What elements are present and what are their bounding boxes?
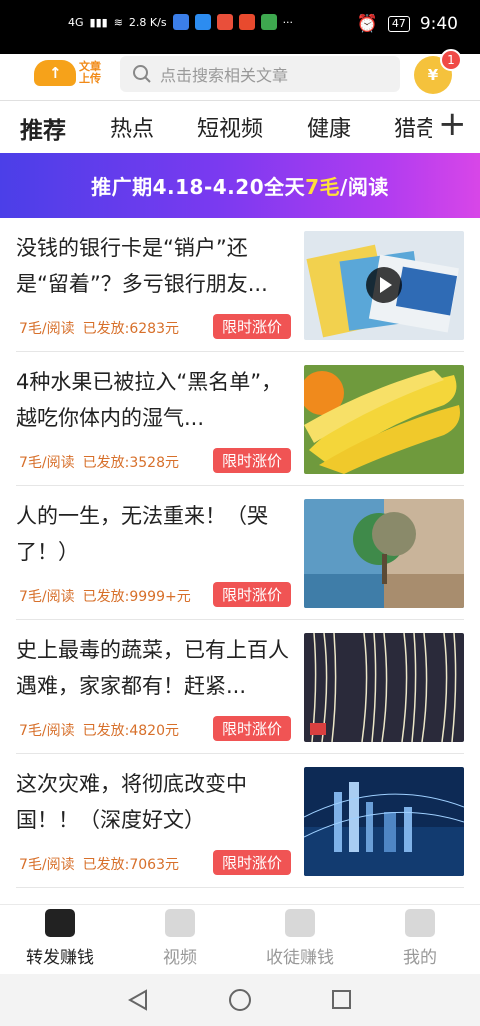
banner-prefix: 推广期4.18-4.20全天 [91, 175, 306, 199]
tab-health[interactable]: 健康 [307, 111, 351, 143]
wifi-icon: ≋ [113, 15, 123, 29]
article-title: 人的一生，无法重来！（哭了！） [16, 504, 268, 564]
tab-curious[interactable]: 猎奇 [394, 111, 432, 143]
article-sent: 已发放:3528元 [82, 455, 179, 471]
nav-label: 我的 [403, 948, 437, 968]
bottom-navigation: 转发赚钱 视频 收徒赚钱 我的 [0, 904, 480, 974]
upload-article-button[interactable]: ↑ 文章 上传 [34, 60, 101, 86]
notification-app-icon [172, 14, 189, 30]
article-price: 7毛/阅读 [19, 321, 75, 337]
notification-badge: 1 [440, 49, 462, 71]
alarm-icon: ⏰ [356, 14, 378, 34]
article-thumbnail [304, 365, 464, 474]
article-price: 7毛/阅读 [19, 589, 75, 605]
nav-share-earn[interactable]: 转发赚钱 [0, 909, 120, 968]
article-price: 7毛/阅读 [19, 857, 75, 873]
article-item[interactable]: 4种水果已被拉入“黑名单”，越吃你体内的湿气... 7毛/阅读 已发放:3528元… [16, 352, 464, 486]
price-up-badge: 限时涨价 [213, 582, 292, 607]
price-up-badge: 限时涨价 [213, 314, 292, 339]
battery-indicator: 47 [387, 16, 410, 32]
promo-banner[interactable]: 推广期4.18-4.20全天 7毛/阅读 [0, 153, 480, 218]
article-meta: 7毛/阅读 已发放:9999+元 [19, 586, 199, 606]
article-item[interactable]: 史上最毒的蔬菜，已有上百人遇难，家家都有！赶紧... 7毛/阅读 已发放:4820… [16, 620, 464, 754]
nav-recruit-earn[interactable]: 收徒赚钱 [240, 909, 360, 968]
notification-app-icon [216, 14, 233, 30]
nav-label: 视频 [163, 948, 197, 968]
price-up-badge: 限时涨价 [213, 448, 292, 473]
price-up-badge: 限时涨价 [213, 716, 292, 741]
banner-highlight: 7毛 [305, 175, 341, 199]
signal-icon: ▮▮▮ [89, 15, 108, 29]
article-meta: 7毛/阅读 已发放:4820元 [19, 720, 187, 740]
logo-text: 文章 上传 [79, 61, 101, 85]
article-title: 史上最毒的蔬菜，已有上百人遇难，家家都有！赶紧... [16, 638, 289, 698]
article-item[interactable]: 这次灾难，将彻底改变中国！！（深度好文） 7毛/阅读 已发放:7063元 限时涨价 [16, 754, 464, 888]
article-meta: 7毛/阅读 已发放:6283元 [19, 318, 187, 338]
article-item[interactable]: 人的一生，无法重来！（哭了！） 7毛/阅读 已发放:9999+元 限时涨价 [16, 486, 464, 620]
recent-apps-icon[interactable] [332, 990, 351, 1009]
nav-label: 收徒赚钱 [266, 948, 334, 968]
article-item[interactable]: 没钱的银行卡是“销户”还是“留着”？多亏银行朋友... 7毛/阅读 已发放:628… [16, 218, 464, 352]
article-sent: 已发放:7063元 [82, 857, 179, 873]
article-title: 没钱的银行卡是“销户”还是“留着”？多亏银行朋友... [16, 236, 268, 296]
search-bar[interactable]: 点击搜索相关文章 [120, 56, 400, 92]
add-tab-icon[interactable]: + [438, 107, 467, 141]
status-right: ⏰ 47 9:40 [357, 14, 458, 34]
article-thumbnail [304, 499, 464, 608]
banner-suffix: /阅读 [340, 175, 389, 199]
article-sent: 已发放:6283元 [82, 321, 179, 337]
article-thumbnail [304, 231, 464, 340]
back-icon[interactable] [128, 989, 148, 1011]
network-speed: 2.8 K/s [128, 15, 167, 29]
notification-app-icon [238, 14, 255, 30]
price-up-badge: 限时涨价 [213, 850, 292, 875]
nav-video[interactable]: 视频 [120, 909, 240, 968]
article-title: 这次灾难，将彻底改变中国！！（深度好文） [16, 772, 247, 832]
logo-text-line2: 上传 [79, 72, 101, 85]
article-thumbnail [304, 767, 464, 876]
user-add-icon [285, 909, 315, 937]
article-sent: 已发放:4820元 [82, 723, 179, 739]
system-navigation-bar [0, 974, 480, 1026]
notification-app-icon [260, 14, 277, 30]
article-list: 没钱的银行卡是“销户”还是“留着”？多亏银行朋友... 7毛/阅读 已发放:628… [0, 218, 480, 888]
nav-mine[interactable]: 我的 [360, 909, 480, 968]
face-icon [405, 909, 435, 937]
article-price: 7毛/阅读 [19, 723, 75, 739]
article-sent: 已发放:9999+元 [82, 589, 191, 605]
home-icon[interactable] [229, 989, 251, 1011]
notification-app-icon [194, 14, 211, 30]
app-header: ↑ 文章 上传 点击搜索相关文章 ¥ 1 [0, 49, 480, 100]
tab-recommend[interactable]: 推荐 [20, 111, 66, 145]
status-bar: 4G ▮▮▮ ≋ 2.8 K/s ··· ⏰ 47 9:40 [0, 0, 480, 54]
article-icon [45, 909, 75, 937]
article-price: 7毛/阅读 [19, 455, 75, 471]
category-tabs: 推荐 热点 短视频 健康 猎奇 + [0, 100, 480, 152]
more-notifications-icon: ··· [282, 15, 294, 29]
cloud-upload-icon: ↑ [34, 60, 76, 86]
search-icon [133, 65, 151, 83]
status-left: 4G ▮▮▮ ≋ 2.8 K/s ··· [68, 14, 293, 30]
article-thumbnail [304, 633, 464, 742]
article-title: 4种水果已被拉入“黑名单”，越吃你体内的湿气... [16, 370, 283, 430]
article-meta: 7毛/阅读 已发放:7063元 [19, 854, 187, 874]
tab-short-video[interactable]: 短视频 [197, 111, 263, 143]
search-placeholder: 点击搜索相关文章 [160, 66, 289, 85]
network-indicator: 4G [68, 15, 84, 29]
nav-label: 转发赚钱 [26, 948, 94, 968]
video-icon [165, 909, 195, 937]
clock: 9:40 [419, 14, 458, 34]
play-icon[interactable] [366, 267, 402, 303]
article-meta: 7毛/阅读 已发放:3528元 [19, 452, 187, 472]
tab-hot[interactable]: 热点 [110, 111, 154, 143]
